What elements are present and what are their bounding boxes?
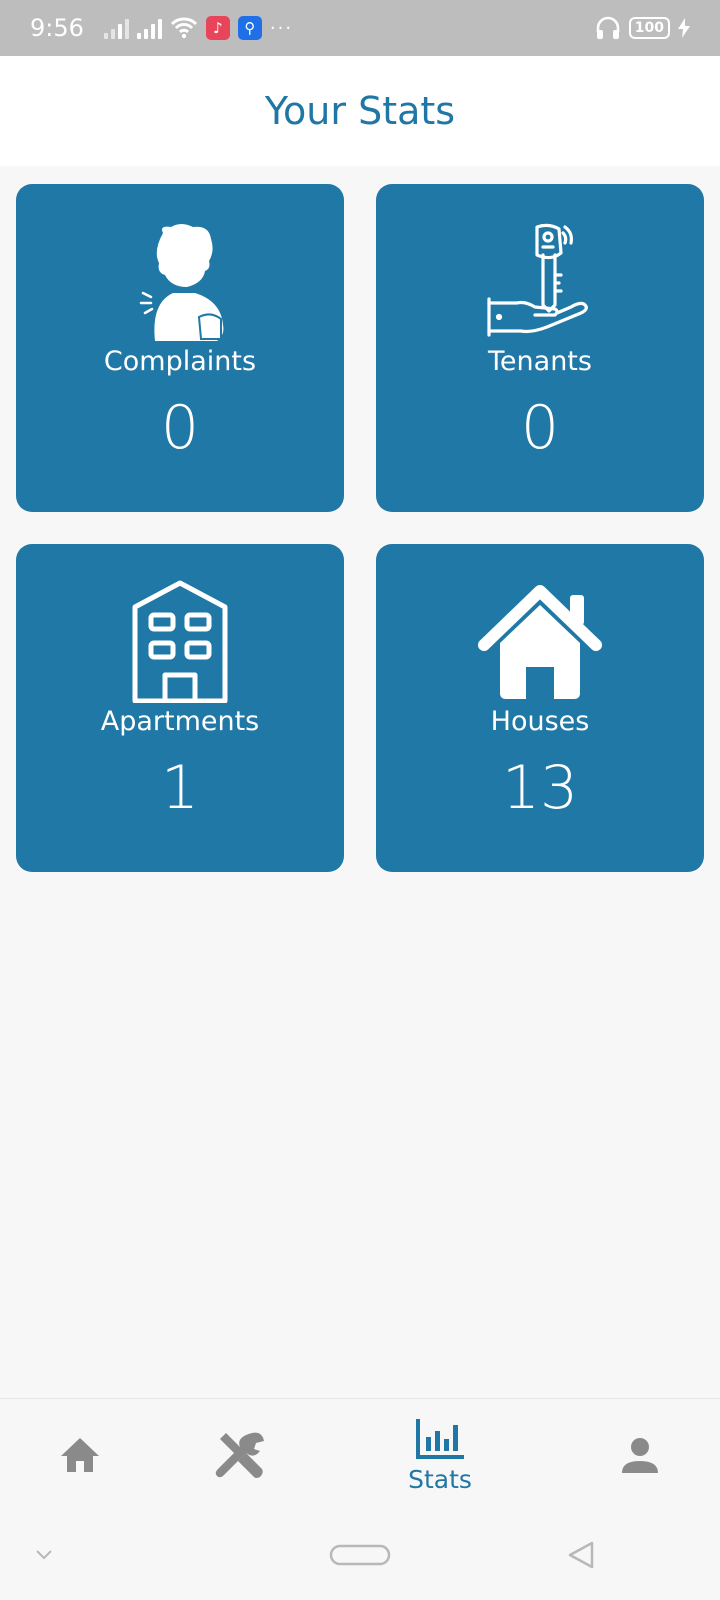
charging-icon xyxy=(678,18,690,38)
signal-icon xyxy=(103,17,129,39)
nav-home[interactable] xyxy=(40,1399,120,1511)
stat-card-complaints[interactable]: Complaints 0 xyxy=(16,184,344,512)
home-pill-icon[interactable] xyxy=(329,1543,391,1567)
stat-card-houses[interactable]: Houses 13 xyxy=(376,544,704,872)
wifi-icon xyxy=(170,17,197,39)
apartment-building-icon xyxy=(125,576,235,706)
stat-card-tenants[interactable]: Tenants 0 xyxy=(376,184,704,512)
house-icon xyxy=(478,576,602,706)
page-title: Your Stats xyxy=(264,89,456,133)
status-bar: 9:56 ♪ ⚲ ··· 100 xyxy=(0,0,720,56)
signal-icon xyxy=(136,17,162,39)
card-label: Tenants xyxy=(488,346,592,377)
person-icon xyxy=(622,1438,658,1473)
chevron-down-icon[interactable] xyxy=(34,1547,54,1561)
nav-stats[interactable]: Stats xyxy=(388,1399,492,1511)
card-value: 0 xyxy=(520,393,560,463)
card-value: 0 xyxy=(160,393,200,463)
nav-tools[interactable] xyxy=(200,1399,280,1511)
status-time: 9:56 xyxy=(30,14,84,42)
nav-stats-label: Stats xyxy=(408,1464,472,1494)
music-app-icon: ♪ xyxy=(205,16,230,40)
key-hand-icon xyxy=(485,216,595,346)
app-header: Your Stats xyxy=(0,56,720,166)
tools-icon xyxy=(215,1432,264,1478)
bottom-navigation: Stats xyxy=(0,1398,720,1510)
card-label: Complaints xyxy=(103,346,257,377)
stat-card-apartments[interactable]: Apartments 1 xyxy=(16,544,344,872)
card-label: Houses xyxy=(490,706,590,737)
stats-icon xyxy=(416,1418,464,1459)
usb-icon: ⚲ xyxy=(237,16,262,40)
more-notifications-icon: ··· xyxy=(269,17,294,39)
battery-icon: 100 xyxy=(628,17,670,39)
back-icon[interactable] xyxy=(566,1540,596,1570)
card-label: Apartments xyxy=(100,706,260,737)
card-value: 13 xyxy=(501,753,579,823)
headphones-icon xyxy=(596,16,620,39)
system-navigation-bar xyxy=(0,1510,720,1600)
nav-profile[interactable] xyxy=(600,1399,680,1511)
card-value: 1 xyxy=(160,753,200,823)
home-icon xyxy=(61,1438,99,1472)
complaint-person-icon xyxy=(125,216,235,346)
